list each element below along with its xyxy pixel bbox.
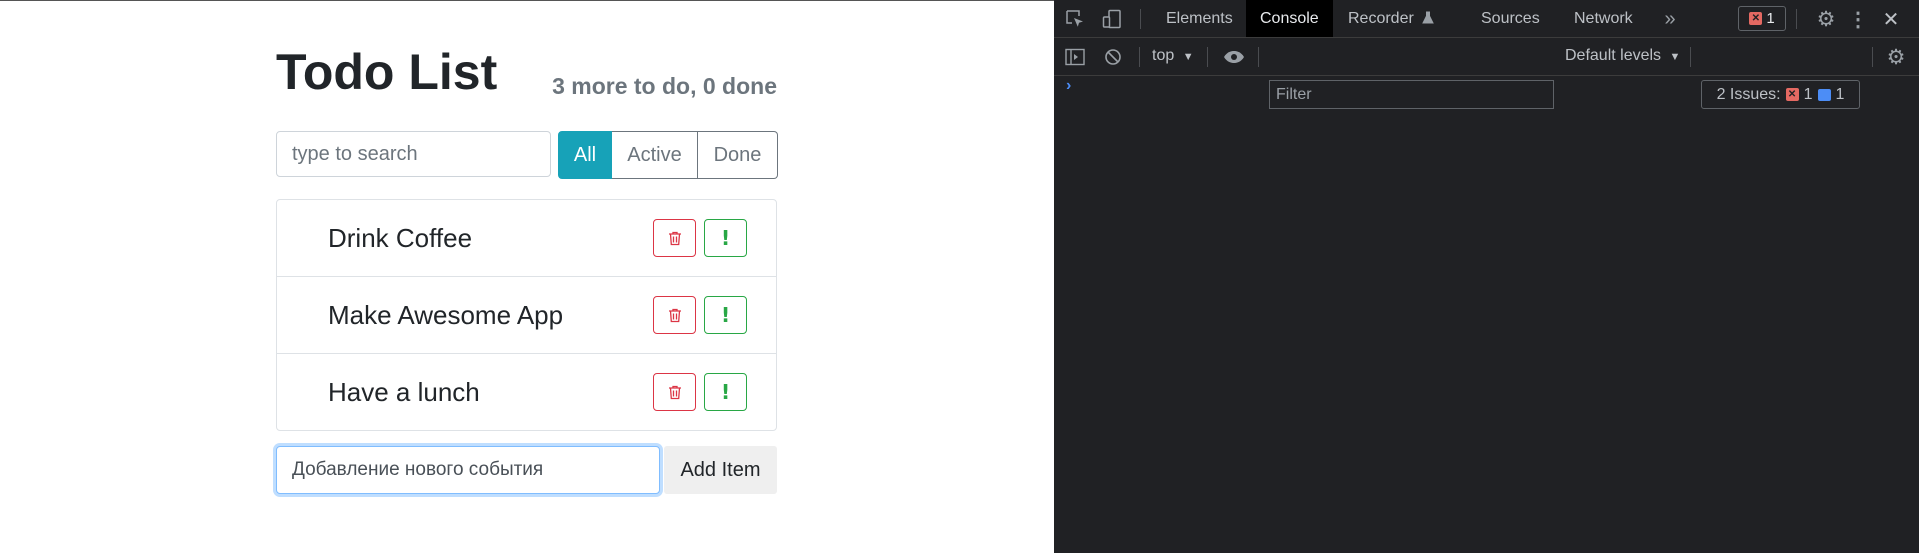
filter-done-button[interactable]: Done <box>698 131 778 179</box>
todo-app: Todo List 3 more to do, 0 done All Activ… <box>276 40 778 494</box>
search-input[interactable] <box>276 131 551 177</box>
search-panel: All Active Done <box>276 131 778 179</box>
exclamation-icon: ! <box>720 303 731 327</box>
mark-important-button[interactable]: ! <box>704 373 747 411</box>
device-toolbar-icon[interactable] <box>1101 8 1123 30</box>
devtools-panel: Elements Console Recorder Sources Networ… <box>1054 0 1919 553</box>
console-settings-gear-icon[interactable]: ⚙ <box>1885 46 1907 69</box>
dropdown-arrow-icon: ▼ <box>1669 51 1681 63</box>
trash-icon <box>668 385 681 399</box>
message-icon <box>1817 88 1831 101</box>
delete-item-button[interactable] <box>653 219 696 257</box>
toolbar-divider <box>1690 47 1691 67</box>
settings-gear-icon[interactable]: ⚙ <box>1815 8 1837 31</box>
live-expression-icon[interactable] <box>1222 46 1246 68</box>
eye-icon <box>1224 51 1244 63</box>
exclamation-icon: ! <box>720 380 731 404</box>
block-icon <box>1105 49 1121 65</box>
issues-message-count: 1 <box>1835 85 1845 103</box>
inspect-element-icon[interactable] <box>1064 8 1086 30</box>
issues-label: 2 Issues: <box>1716 85 1781 103</box>
tab-recorder-label: Recorder <box>1348 10 1414 27</box>
sidebar-icon <box>1065 48 1085 66</box>
console-prompt[interactable]: › <box>1066 77 1071 95</box>
app-header: Todo List 3 more to do, 0 done <box>276 40 777 102</box>
log-levels-label: Default levels <box>1565 47 1662 64</box>
flask-icon <box>1422 11 1435 24</box>
context-select[interactable]: top ▼ <box>1152 47 1194 65</box>
status-filter: All Active Done <box>558 131 778 179</box>
tab-elements[interactable]: Elements <box>1154 0 1245 37</box>
mark-important-button[interactable]: ! <box>704 219 747 257</box>
exclamation-icon: ! <box>720 226 731 250</box>
delete-item-button[interactable] <box>653 296 696 334</box>
trash-icon <box>668 308 681 322</box>
toolbar-divider <box>1139 47 1140 67</box>
log-levels-select[interactable]: Default levels ▼ <box>1565 47 1680 65</box>
page-title: Todo List <box>276 44 498 100</box>
mark-important-button[interactable]: ! <box>704 296 747 334</box>
todo-item-label[interactable]: Have a lunch <box>328 354 480 431</box>
new-item-input[interactable] <box>276 446 660 494</box>
list-item: Make Awesome App ! <box>277 277 776 354</box>
window-top-border <box>0 0 1054 1</box>
issues-counter[interactable]: 2 Issues: ✕ 1 1 <box>1701 80 1860 109</box>
toolbar-divider <box>1207 47 1208 67</box>
error-count: 1 <box>1766 10 1775 27</box>
delete-item-button[interactable] <box>653 373 696 411</box>
devtools-tabbar: Elements Console Recorder Sources Networ… <box>1054 0 1919 38</box>
dropdown-arrow-icon: ▼ <box>1182 51 1194 63</box>
toolbar-divider <box>1258 47 1259 67</box>
toolbar-divider <box>1872 47 1873 67</box>
sidebar-toggle-icon[interactable] <box>1064 46 1086 68</box>
clear-console-icon[interactable] <box>1102 46 1124 68</box>
console-toolbar: top ▼ Default levels ▼ 2 Issues: ✕ 1 1 ⚙ <box>1054 38 1919 109</box>
todo-status: 3 more to do, 0 done <box>552 73 777 99</box>
toolbar-divider <box>1796 9 1797 29</box>
todo-list: Drink Coffee ! Make Awesome App ! Have a… <box>276 199 777 431</box>
tab-recorder[interactable]: Recorder <box>1336 0 1446 37</box>
add-item-form: Add Item <box>276 446 777 494</box>
tab-network[interactable]: Network <box>1562 0 1645 37</box>
cursor-select-icon <box>1066 10 1083 27</box>
context-label: top <box>1152 47 1175 64</box>
filter-active-button[interactable]: Active <box>612 131 698 179</box>
error-icon: ✕ <box>1785 88 1799 101</box>
devices-icon <box>1102 9 1121 29</box>
issues-error-count: 1 <box>1803 85 1813 103</box>
tab-console[interactable]: Console <box>1246 0 1333 37</box>
error-count-badge[interactable]: ✕ 1 <box>1738 6 1786 31</box>
todo-item-label[interactable]: Make Awesome App <box>328 277 563 354</box>
error-icon: ✕ <box>1749 12 1763 25</box>
more-tabs-icon[interactable]: » <box>1659 8 1681 30</box>
toolbar-divider <box>1140 9 1141 29</box>
close-icon[interactable]: ✕ <box>1880 8 1902 31</box>
trash-icon <box>668 231 681 245</box>
add-item-button[interactable]: Add Item <box>664 446 777 494</box>
console-filter-input[interactable] <box>1269 80 1554 109</box>
todo-item-label[interactable]: Drink Coffee <box>328 200 472 277</box>
list-item: Drink Coffee ! <box>277 200 776 277</box>
tab-sources[interactable]: Sources <box>1469 0 1552 37</box>
list-item: Have a lunch ! <box>277 354 776 430</box>
filter-all-button[interactable]: All <box>558 131 612 179</box>
kebab-menu-icon[interactable]: ⋮ <box>1847 8 1869 31</box>
